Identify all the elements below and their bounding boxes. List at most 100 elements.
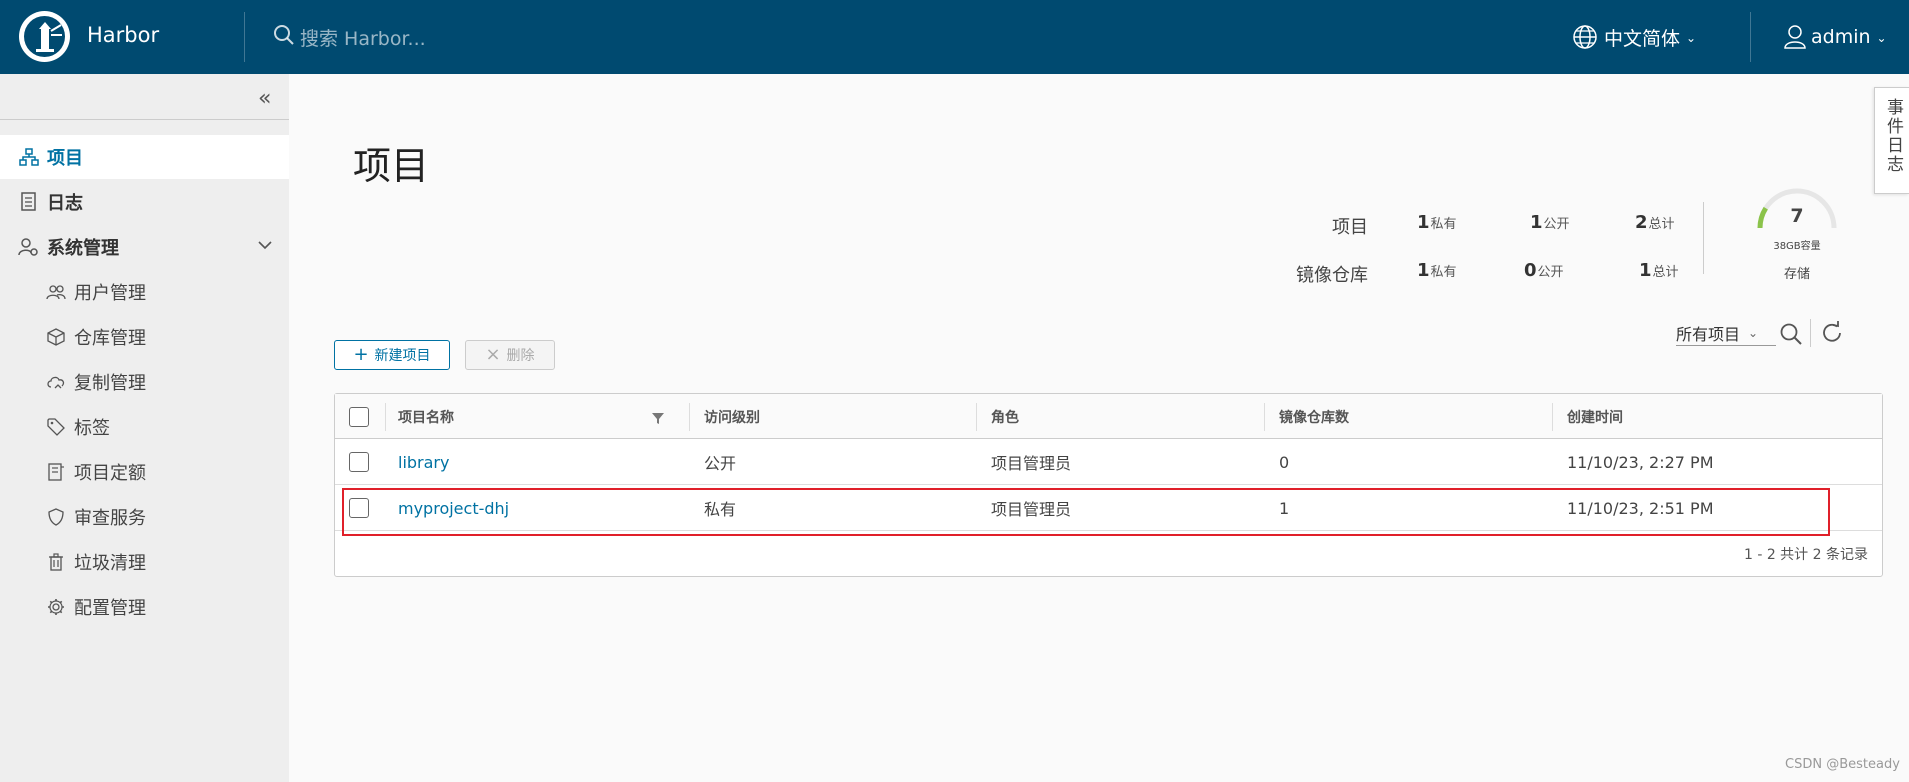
row-checkbox[interactable] — [349, 452, 369, 472]
storage-label: 存储 — [1783, 267, 1810, 282]
trash-icon — [44, 550, 68, 574]
select-all-checkbox-cell — [349, 394, 369, 439]
chevron-down-icon: ⌄ — [1876, 31, 1887, 45]
sidebar-item-projects[interactable]: 项目 — [0, 135, 289, 179]
project-name-cell: library — [398, 439, 449, 485]
sidebar-collapse-row: « — [0, 74, 289, 120]
username: admin — [1811, 26, 1871, 48]
sidebar-item-replication[interactable]: 复制管理 — [0, 360, 289, 404]
chevron-down-icon: ⌄ — [1686, 31, 1697, 45]
column-header-created[interactable]: 创建时间 — [1567, 394, 1623, 439]
header-divider — [1750, 12, 1751, 62]
language-selector[interactable]: 中文简体 ⌄ — [1572, 22, 1696, 52]
storage-capacity: 38GB容量 — [1773, 241, 1821, 252]
repositories-public-count: 0公开 — [1524, 260, 1564, 281]
sidebar: « 项目 日志 系统管理 用户管理 仓库管理 复制管理 标签 项目定额 审查服务… — [0, 74, 289, 782]
chevron-down-icon[interactable] — [257, 237, 273, 258]
delete-button[interactable]: × 删除 — [465, 340, 555, 370]
column-header-repo-count[interactable]: 镜像仓库数 — [1279, 394, 1349, 439]
filter-icon[interactable] — [651, 410, 665, 429]
repositories-summary-label: 镜像仓库 — [1296, 265, 1368, 286]
tag-icon — [44, 415, 68, 439]
column-header-access-level[interactable]: 访问级别 — [704, 394, 760, 439]
replication-icon — [44, 370, 68, 394]
storage-used: 7 — [1790, 205, 1804, 227]
refresh-icon[interactable] — [1819, 320, 1845, 350]
shield-icon — [44, 505, 68, 529]
toolbar-divider — [1810, 319, 1811, 347]
select-all-checkbox[interactable] — [349, 406, 369, 427]
sidebar-item-label: 标签 — [74, 418, 110, 439]
projects-public-count: 1公开 — [1530, 212, 1570, 233]
page-title: 项目 — [353, 144, 430, 188]
search-icon — [272, 23, 296, 51]
sidebar-item-label: 审查服务 — [74, 508, 146, 529]
collapse-sidebar-icon[interactable]: « — [258, 86, 271, 111]
sidebar-item-logs[interactable]: 日志 — [0, 180, 289, 224]
top-header: Harbor 搜索 Harbor... 中文简体 ⌄ admin ⌄ — [0, 0, 1909, 74]
new-project-label: 新建项目 — [374, 348, 431, 364]
column-header-role[interactable]: 角色 — [991, 394, 1019, 439]
harbor-logo-icon[interactable] — [19, 11, 70, 62]
logs-icon — [17, 190, 41, 214]
repositories-private-count: 1私有 — [1417, 260, 1457, 281]
filter-value: 所有项目 — [1676, 324, 1741, 344]
admin-icon — [17, 235, 41, 259]
sidebar-item-project-quotas[interactable]: 项目定额 — [0, 450, 289, 494]
column-header-name[interactable]: 项目名称 — [398, 394, 454, 439]
event-log-label: 事件日志 — [1883, 98, 1903, 174]
sidebar-item-label: 系统管理 — [47, 238, 119, 259]
projects-summary-label: 项目 — [1332, 217, 1368, 238]
summary-divider — [1703, 202, 1704, 274]
sidebar-item-label: 仓库管理 — [74, 328, 146, 349]
event-log-tab[interactable]: 事件日志 — [1874, 87, 1909, 194]
access-level-cell: 公开 — [704, 454, 737, 473]
watermark: CSDN @Besteady — [1785, 757, 1900, 772]
sidebar-item-registry-management[interactable]: 仓库管理 — [0, 315, 289, 359]
sidebar-item-label: 日志 — [47, 193, 83, 214]
sidebar-item-user-management[interactable]: 用户管理 — [0, 270, 289, 314]
globe-icon — [1572, 24, 1598, 50]
sidebar-item-interrogation-services[interactable]: 审查服务 — [0, 495, 289, 539]
sidebar-item-label: 项目定额 — [74, 463, 146, 484]
project-link[interactable]: library — [398, 453, 449, 472]
row-checkbox-cell — [349, 439, 369, 485]
projects-total-count: 2总计 — [1635, 212, 1675, 233]
plus-icon: + — [353, 344, 369, 365]
sidebar-item-garbage-collection[interactable]: 垃圾清理 — [0, 540, 289, 584]
sidebar-item-label: 用户管理 — [74, 283, 146, 304]
new-project-button[interactable]: + 新建项目 — [334, 340, 450, 370]
projects-private-count: 1私有 — [1417, 212, 1457, 233]
close-icon: × — [485, 344, 501, 365]
sidebar-item-configuration[interactable]: 配置管理 — [0, 585, 289, 629]
role-cell: 项目管理员 — [991, 454, 1072, 473]
user-menu[interactable]: admin ⌄ — [1783, 22, 1887, 52]
table-row[interactable]: library 公开 项目管理员 0 11/10/23, 2:27 PM — [335, 439, 1882, 485]
registry-icon — [44, 325, 68, 349]
language-label: 中文简体 — [1604, 27, 1681, 50]
table-header: 项目名称 访问级别 角色 镜像仓库数 创建时间 — [335, 394, 1882, 439]
brand-name[interactable]: Harbor — [87, 23, 159, 47]
project-icon — [17, 145, 41, 169]
search-icon[interactable] — [1778, 321, 1804, 351]
highlight-annotation-box — [342, 488, 1830, 536]
repo-count-cell: 0 — [1279, 452, 1290, 472]
created-time-cell: 11/10/23, 2:27 PM — [1567, 452, 1714, 472]
users-icon — [44, 280, 68, 304]
global-search[interactable]: 搜索 Harbor... — [272, 22, 426, 52]
header-divider — [244, 12, 245, 62]
sidebar-item-labels[interactable]: 标签 — [0, 405, 289, 449]
projects-table: 项目名称 访问级别 角色 镜像仓库数 创建时间 library 公开 项目管理员… — [334, 393, 1883, 577]
delete-label: 删除 — [506, 348, 535, 364]
chevron-down-icon: ⌄ — [1748, 325, 1759, 340]
sidebar-item-label: 配置管理 — [74, 598, 146, 619]
repositories-total-count: 1总计 — [1639, 260, 1679, 281]
sidebar-item-label: 复制管理 — [74, 373, 146, 394]
gear-icon — [44, 595, 68, 619]
pagination-summary: 1 - 2 共计 2 条记录 — [1743, 547, 1868, 563]
search-placeholder[interactable]: 搜索 Harbor... — [300, 24, 426, 51]
sidebar-item-system-admin[interactable]: 系统管理 — [0, 225, 289, 269]
sidebar-item-label: 垃圾清理 — [74, 553, 146, 574]
project-filter-select[interactable]: 所有项目 ⌄ — [1676, 320, 1776, 346]
sidebar-item-label: 项目 — [47, 148, 83, 169]
